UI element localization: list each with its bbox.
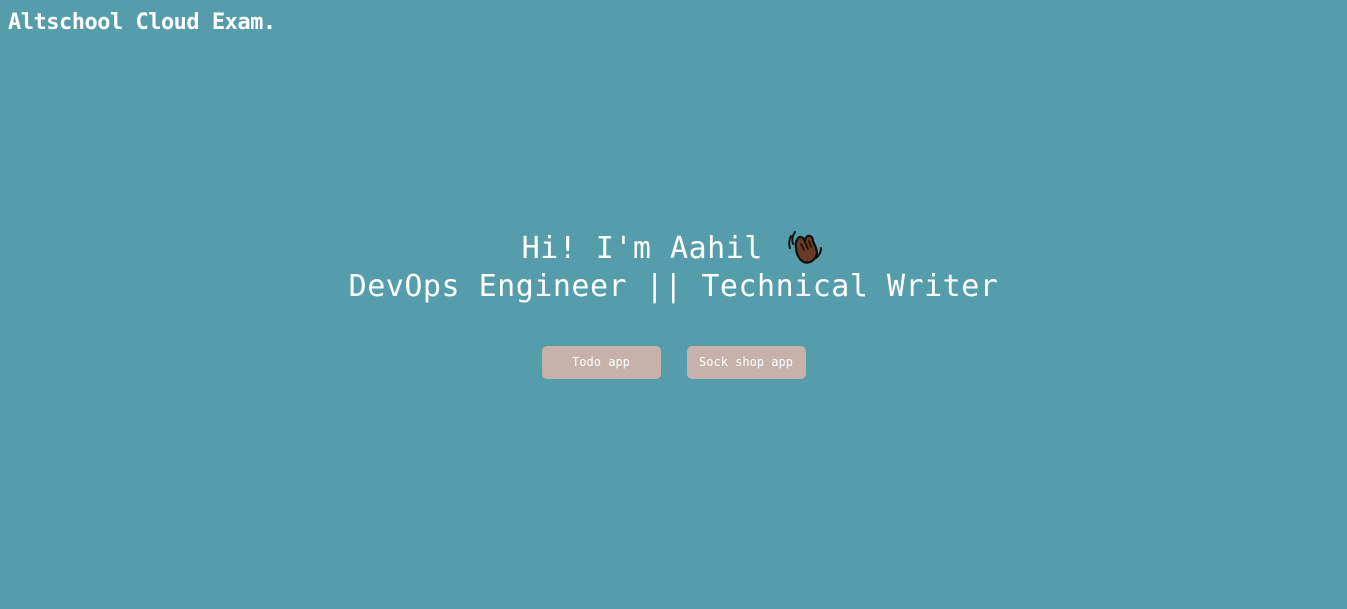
- sock-shop-app-button[interactable]: Sock shop app: [686, 346, 806, 379]
- greeting-text: Hi! I'm Aahil: [521, 231, 763, 266]
- app-buttons: Todo app Sock shop app: [0, 346, 1347, 379]
- hero-section: Hi! I'm Aahil DevOps Engineer || Technic…: [0, 226, 1347, 306]
- hero-tagline: DevOps Engineer || Technical Writer: [348, 269, 999, 304]
- hero-greeting: Hi! I'm Aahil: [0, 226, 1347, 268]
- todo-app-button[interactable]: Todo app: [541, 346, 661, 379]
- brand-title[interactable]: Altschool Cloud Exam.: [8, 8, 276, 38]
- waving-hand-icon: [785, 226, 825, 266]
